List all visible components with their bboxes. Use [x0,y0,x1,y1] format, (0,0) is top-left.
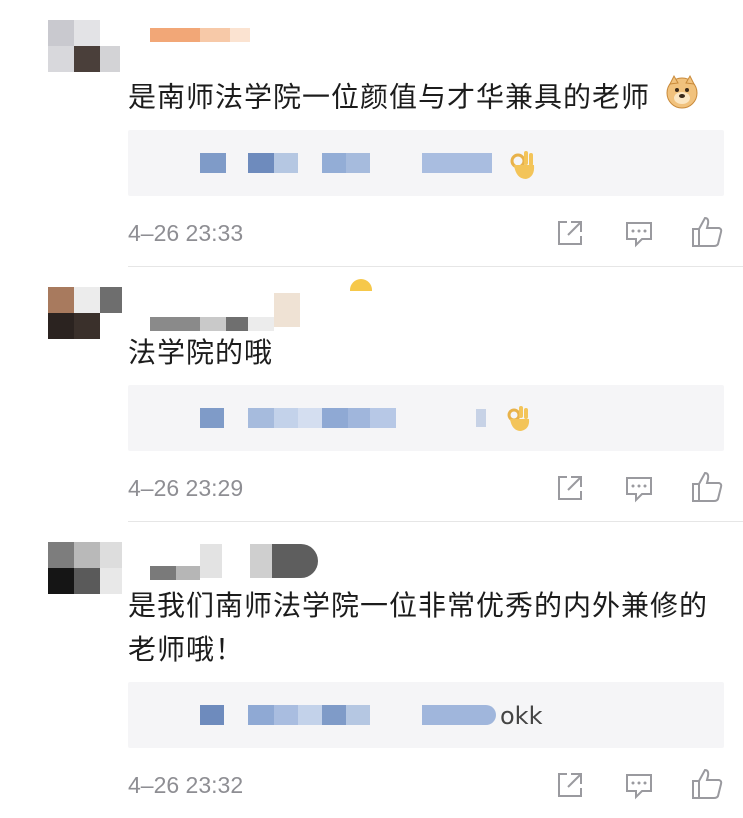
reply-author-blurred [200,153,492,173]
comment-text-content: 是我们南师法学院一位非常优秀的内外兼修的老师哦！ [128,589,709,666]
comment-text-content: 法学院的哦 [128,336,274,369]
username[interactable] [150,317,274,331]
badge-icon [350,279,372,291]
avatar[interactable] [48,287,122,339]
username-blur [250,544,272,578]
reply-author-blurred [200,705,496,725]
username[interactable] [150,28,250,42]
comment-item: 法学院的哦 4–26 23:29 [0,267,743,522]
avatar[interactable] [48,542,122,594]
comment-text: 法学院的哦 [128,331,723,375]
reply-text: okk [500,702,543,730]
reply-box[interactable] [128,385,724,451]
comment-time: 4–26 23:32 [128,772,244,798]
like-button[interactable] [690,469,724,503]
share-icon [558,221,582,245]
reply-author-blurred [200,408,396,428]
comment-text-content: 是南师法学院一位颜值与才华兼具的老师 [128,80,651,114]
share-icon [558,773,582,797]
comment-item: 是我们南师法学院一位非常优秀的内外兼修的老师哦！ okk 4–26 23:32 [0,522,743,818]
doge-emoji-icon [664,74,700,123]
ok-hand-emoji-icon [504,403,534,437]
like-icon [692,471,723,502]
comment-text: 是南师法学院一位颜值与才华兼具的老师 [128,74,723,123]
username-blur [200,544,222,578]
comment-text: 是我们南师法学院一位非常优秀的内外兼修的老师哦！ [128,584,718,672]
share-button[interactable] [553,768,587,802]
reply-blur-tail [476,409,486,427]
like-button[interactable] [690,214,724,248]
reply-box[interactable] [128,130,724,196]
comment-time: 4–26 23:29 [128,475,244,501]
comment-icon [626,774,652,800]
comment-item: 是南师法学院一位颜值与才华兼具的老师 4–26 23:33 [0,0,743,267]
comment-time: 4–26 23:33 [128,220,244,246]
share-button[interactable] [553,216,587,250]
avatar[interactable] [48,20,120,72]
reply-box[interactable]: okk [128,682,724,748]
comment-icon [626,222,652,248]
avatar-blur [274,293,300,327]
comment-button[interactable] [622,216,656,250]
username[interactable] [150,566,200,580]
comment-button[interactable] [622,471,656,505]
comment-icon [626,477,652,503]
like-icon [692,216,723,247]
share-button[interactable] [553,471,587,505]
ok-hand-emoji-icon [508,147,538,185]
share-icon [558,476,582,500]
like-button[interactable] [690,766,724,800]
like-icon [692,768,723,799]
username-blur [272,544,318,578]
comment-button[interactable] [622,768,656,802]
